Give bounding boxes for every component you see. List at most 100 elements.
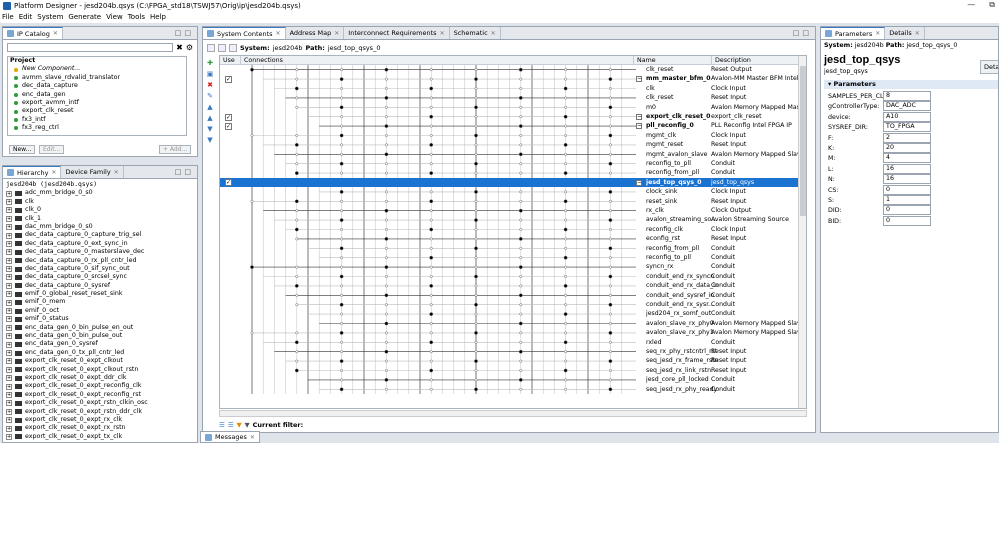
panel-controls[interactable]: □□ xyxy=(175,168,194,176)
list-item[interactable]: enc_data_gen xyxy=(8,91,186,99)
tab-hierarchy[interactable]: Hierarchy ✕ xyxy=(3,166,62,178)
collapse-icon[interactable]: − xyxy=(636,76,642,83)
column-header-connections[interactable]: Connections xyxy=(240,56,640,65)
hierarchy-item[interactable]: + export_clk_reset_0_expt_rstn_clkin_osc xyxy=(6,399,196,407)
add-icon[interactable]: ✚ xyxy=(206,59,214,67)
details-button[interactable]: Deta xyxy=(980,60,998,74)
hierarchy-item[interactable]: + dec_data_capture_0_rx_pll_cntr_led xyxy=(6,257,196,265)
table-row[interactable]: reconfig_clk Clock Input xyxy=(220,225,806,234)
param-field[interactable]: 20 xyxy=(883,143,931,153)
close-icon[interactable]: ✕ xyxy=(915,30,920,37)
param-field[interactable]: 16 xyxy=(883,174,931,185)
expand-icon[interactable]: + xyxy=(6,232,12,239)
table-row[interactable]: m0 Avalon Memory Mapped Master xyxy=(220,103,806,112)
table-row[interactable]: mgmt_avalon_slave Avalon Memory Mapped Sl… xyxy=(220,150,806,159)
expand-icon[interactable]: + xyxy=(6,291,12,298)
hierarchy-item[interactable]: + enc_data_gen_0_bin_pulse_out xyxy=(6,332,196,340)
nav-back-button[interactable] xyxy=(218,43,226,52)
menu-tools[interactable]: Tools xyxy=(128,13,145,21)
clear-search-icon[interactable]: ✖ xyxy=(176,43,183,52)
hierarchy-item[interactable]: + export_clk_reset_0_expt_reconfig_clk xyxy=(6,382,196,390)
hierarchy-item[interactable]: + export_clk_reset_0_expt_ddr_clk xyxy=(6,374,196,382)
tab-parameters[interactable]: Parameters ✕ xyxy=(821,27,886,39)
param-field[interactable]: TO_FPGA xyxy=(883,122,931,133)
hierarchy-item[interactable]: + export_clk_reset_0_expt_clkout xyxy=(6,357,196,365)
add-button[interactable]: + Add... xyxy=(159,145,192,154)
use-checkbox[interactable]: ✓ xyxy=(225,179,232,187)
hierarchy-item[interactable]: + dec_data_capture_0_sysref xyxy=(6,282,196,290)
close-icon[interactable]: ✕ xyxy=(250,434,255,441)
param-field[interactable]: 0 xyxy=(883,205,931,216)
edit-icon[interactable]: ✎ xyxy=(206,92,214,100)
hierarchy-item[interactable]: + enc_data_gen_0_tx_pll_cntr_led xyxy=(6,349,196,357)
expand-icon[interactable]: + xyxy=(6,425,12,432)
table-row[interactable]: reconfig_from_pll Conduit xyxy=(220,244,806,253)
expand-icon[interactable]: + xyxy=(6,433,12,440)
hierarchy-item[interactable]: + export_clk_reset_0_expt_rx_clk xyxy=(6,416,196,424)
hierarchy-item[interactable]: + emif_0_mem xyxy=(6,298,196,306)
table-row[interactable]: ✓ − pll_reconfig_0 PLL Reconfig Intel FPGA … xyxy=(220,121,806,130)
table-row[interactable]: reconfig_to_pll Conduit xyxy=(220,253,806,262)
table-row[interactable]: econfig_rst Reset Input xyxy=(220,234,806,243)
hierarchy-item[interactable]: + dec_data_capture_0_capture_trig_sel xyxy=(6,231,196,239)
list-item[interactable]: export_clk_reset xyxy=(8,107,186,115)
expand-icon[interactable]: + xyxy=(6,316,12,323)
expand-icon[interactable]: + xyxy=(6,190,12,197)
tab-schematic[interactable]: Schematic ✕ xyxy=(449,27,501,39)
table-row[interactable]: ✓ − jesd_top_qsys_0 jesd_top_qsys xyxy=(220,177,806,188)
close-icon[interactable]: ✕ xyxy=(334,30,339,37)
table-row[interactable]: reconfig_to_pll Conduit xyxy=(220,159,806,168)
expand-icon[interactable]: + xyxy=(6,341,12,348)
hierarchy-item[interactable]: + dec_data_capture_0_sif_sync_out xyxy=(6,265,196,273)
filter-icon[interactable]: ▼ xyxy=(237,421,242,429)
expand-icon[interactable]: + xyxy=(6,308,12,315)
tab-details[interactable]: Details ✕ xyxy=(885,27,925,39)
menu-edit[interactable]: Edit xyxy=(19,13,33,21)
nav-home-button[interactable] xyxy=(229,43,237,52)
table-row[interactable]: mgmt_reset Reset Input xyxy=(220,140,806,149)
expand-icon[interactable]: + xyxy=(6,350,12,356)
hierarchy-add-icon[interactable]: ▣ xyxy=(206,70,214,78)
hierarchy-item[interactable]: + dac_mm_bridge_0_s0 xyxy=(6,223,196,231)
expand-icon[interactable]: + xyxy=(6,408,12,415)
move-top-icon[interactable]: ▲ xyxy=(206,103,214,111)
table-row[interactable]: avalon_slave_rx_phy1 Avalon Memory Mapped… xyxy=(220,328,806,337)
horizontal-scrollbar[interactable] xyxy=(219,410,807,417)
hierarchy-item[interactable]: + dec_data_capture_0_masterslave_dec xyxy=(6,248,196,256)
expand-icon[interactable]: + xyxy=(6,358,12,365)
table-row[interactable]: rx_clk Clock Output xyxy=(220,206,806,215)
column-header-use[interactable]: Use xyxy=(220,56,240,65)
table-row[interactable]: clk_reset Reset Output xyxy=(220,65,806,74)
table-row[interactable]: seq_jesd_rx_link_rstn Reset Input xyxy=(220,366,806,375)
expand-icon[interactable]: + xyxy=(6,299,12,306)
panel-controls[interactable]: □□ xyxy=(175,29,194,37)
param-field[interactable]: A10 xyxy=(883,111,931,122)
expand-icon[interactable]: + xyxy=(6,324,12,331)
expand-icon[interactable]: + xyxy=(6,249,12,256)
nav-up-button[interactable] xyxy=(207,43,215,52)
list-item[interactable]: dec_data_capture xyxy=(8,82,186,90)
hierarchy-root[interactable]: jesd204b (jesd204b.qsys) xyxy=(6,181,196,189)
remove-icon[interactable]: ✖ xyxy=(206,81,214,89)
list-item[interactable]: fx3_intf xyxy=(8,116,186,124)
hierarchy-item[interactable]: + emif_0_global_reset_reset_sink xyxy=(6,290,196,298)
use-checkbox[interactable]: ✓ xyxy=(225,113,232,121)
hierarchy-item[interactable]: + adc_mm_bridge_0_s0 xyxy=(6,189,196,197)
table-row[interactable]: ✓ − mm_master_bfm_0 Avalon-MM Master BFM In… xyxy=(220,74,806,83)
table-row[interactable]: seq_jesd_rx_frame_rstn Reset Input xyxy=(220,356,806,365)
expand-icon[interactable]: + xyxy=(6,383,12,390)
scroll-thumb[interactable] xyxy=(800,66,806,216)
menu-view[interactable]: View xyxy=(106,13,123,21)
hierarchy-item[interactable]: + dec_data_capture_0_ext_sync_in xyxy=(6,240,196,248)
param-field[interactable]: 16 xyxy=(883,163,931,174)
expand-icon[interactable]: + xyxy=(6,333,12,340)
table-row[interactable]: avalon_slave_rx_phy0 Avalon Memory Mapped… xyxy=(220,319,806,328)
hierarchy-item[interactable]: + clk_0 xyxy=(6,206,196,214)
table-row[interactable]: jesd204_rx_somf_out Conduit xyxy=(220,309,806,318)
table-row[interactable]: clk Clock Input xyxy=(220,84,806,93)
panel-controls[interactable]: □□ xyxy=(793,29,812,37)
vertical-scrollbar[interactable] xyxy=(798,56,806,408)
table-row[interactable]: clock_sink Clock Input xyxy=(220,187,806,196)
expand-icon[interactable]: + xyxy=(6,215,12,222)
close-icon[interactable]: ✕ xyxy=(491,30,496,37)
